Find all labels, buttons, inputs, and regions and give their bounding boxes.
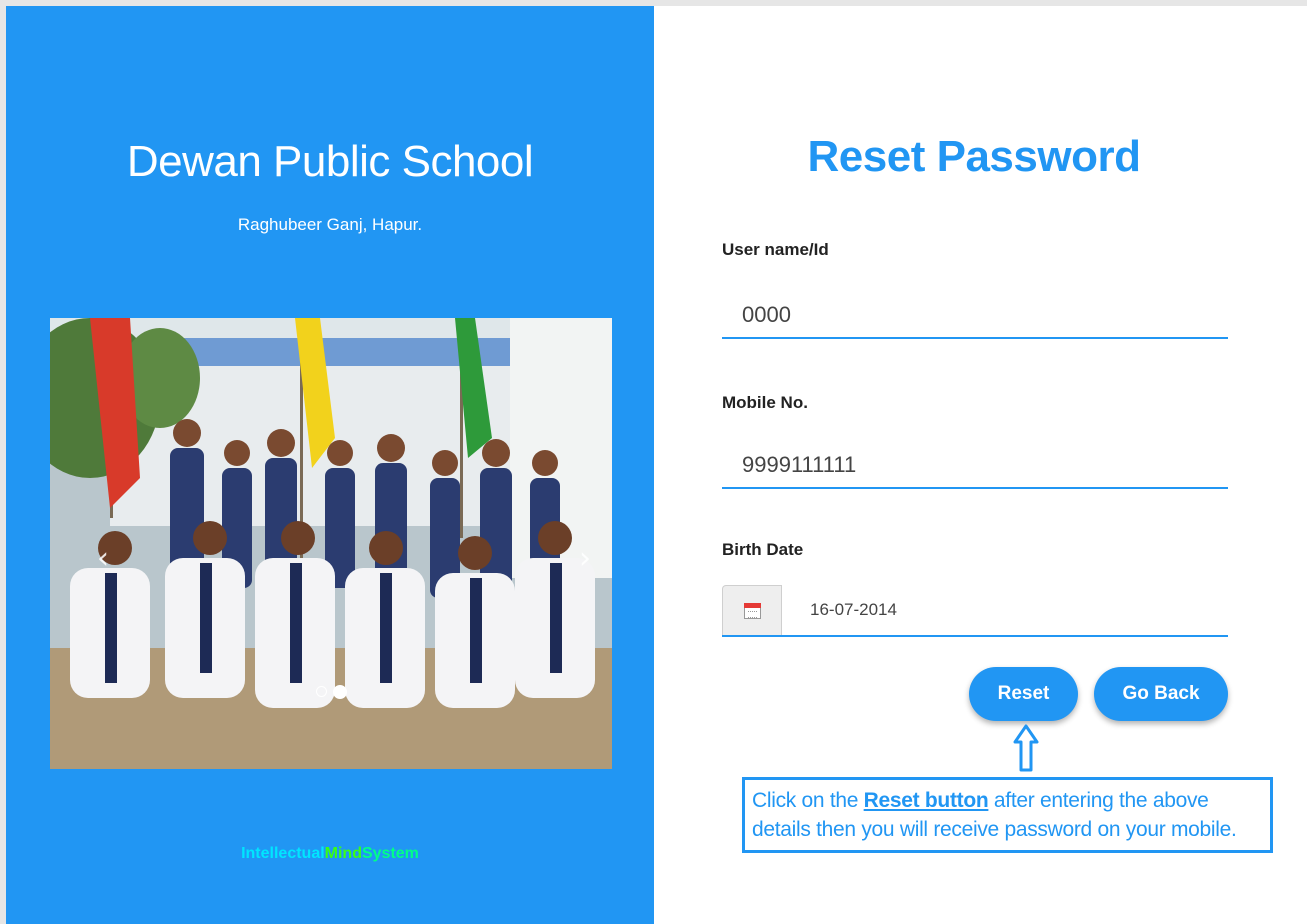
hint-callout: Click on the Reset button after entering… bbox=[742, 777, 1273, 853]
brand-part-intellectual: Intellectual bbox=[241, 845, 325, 862]
school-address: Raghubeer Ganj, Hapur. bbox=[237, 215, 423, 234]
birthdate-field bbox=[722, 585, 1228, 637]
school-panel: Dewan Public School Raghubeer Ganj, Hapu… bbox=[6, 6, 654, 924]
carousel-prev-icon[interactable]: ‹ bbox=[88, 544, 118, 574]
mobile-input[interactable] bbox=[722, 443, 1228, 489]
arrow-up-icon bbox=[1013, 724, 1039, 772]
mobile-label: Mobile No. bbox=[722, 393, 808, 412]
calendar-button[interactable] bbox=[722, 585, 782, 635]
school-name: Dewan Public School bbox=[126, 137, 534, 186]
birthdate-input[interactable] bbox=[782, 585, 1228, 635]
go-back-button[interactable]: Go Back bbox=[1094, 667, 1228, 721]
reset-button[interactable]: Reset bbox=[969, 667, 1078, 721]
carousel-next-icon[interactable]: › bbox=[570, 544, 600, 574]
brand-part-mind: Mind bbox=[324, 845, 362, 862]
page-title: Reset Password bbox=[807, 132, 1141, 181]
carousel-indicator-active[interactable] bbox=[332, 684, 347, 699]
username-input[interactable] bbox=[722, 293, 1228, 339]
photo-carousel[interactable]: ‹ › bbox=[50, 318, 612, 769]
birthdate-label: Birth Date bbox=[722, 540, 804, 559]
calendar-icon bbox=[744, 603, 761, 619]
hint-highlight: Reset button bbox=[863, 789, 989, 812]
brand-logo-text: IntellectualMindSystem bbox=[6, 845, 654, 863]
carousel-indicator[interactable] bbox=[315, 686, 327, 697]
students-photo bbox=[50, 318, 612, 769]
hint-text-before: Click on the bbox=[752, 789, 864, 812]
brand-part-system: System bbox=[361, 845, 419, 862]
carousel-indicators bbox=[50, 684, 612, 699]
username-label: User name/Id bbox=[722, 240, 829, 259]
